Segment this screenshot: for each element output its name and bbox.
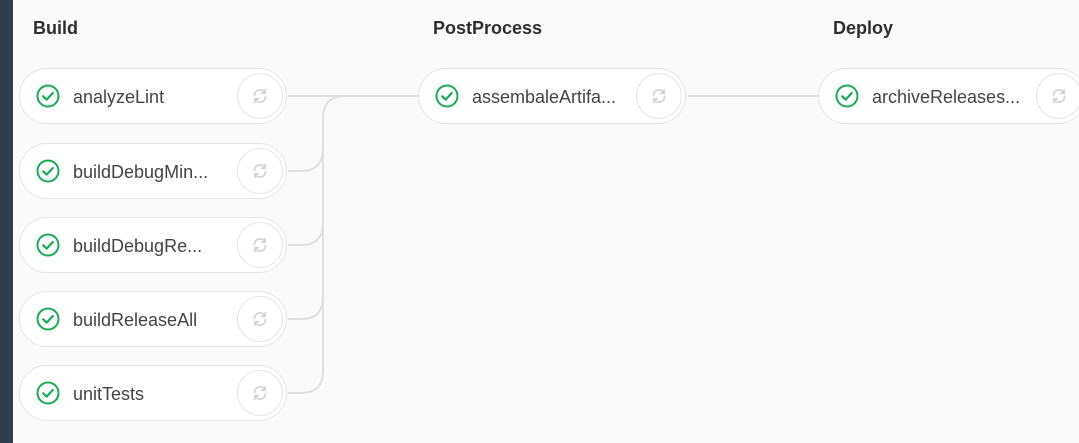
retry-icon xyxy=(253,311,267,327)
retry-button[interactable] xyxy=(237,73,283,119)
check-circle-icon xyxy=(36,84,60,108)
job-unit-tests[interactable]: unitTests xyxy=(19,365,287,421)
check-circle-icon xyxy=(36,381,60,405)
job-name: buildDebugMin... xyxy=(73,162,209,182)
retry-button[interactable] xyxy=(237,370,283,416)
stage-title-build: Build xyxy=(33,18,78,38)
stage-title-deploy: Deploy xyxy=(833,18,894,38)
job-name: analyzeLint xyxy=(73,87,165,107)
job-name: archiveReleases... xyxy=(872,87,1021,107)
check-circle-icon xyxy=(36,159,60,183)
retry-icon xyxy=(253,88,267,104)
job-archive-releases[interactable]: archiveReleases... xyxy=(818,68,1079,124)
retry-button[interactable] xyxy=(1036,73,1079,119)
retry-button[interactable] xyxy=(237,222,283,268)
retry-icon xyxy=(253,163,267,179)
stage-title-postprocess: PostProcess xyxy=(433,18,543,38)
job-name: buildReleaseAll xyxy=(73,310,198,330)
check-circle-icon xyxy=(435,84,459,108)
job-name: assembaleArtifa... xyxy=(472,87,617,107)
retry-icon xyxy=(253,385,267,401)
retry-button[interactable] xyxy=(237,148,283,194)
retry-icon xyxy=(652,88,666,104)
retry-icon xyxy=(1052,88,1066,104)
check-circle-icon xyxy=(36,233,60,257)
retry-button[interactable] xyxy=(636,73,682,119)
pipeline-graph: Build PostProcess Deploy analyzeLint bui… xyxy=(13,0,1079,443)
job-build-release-all[interactable]: buildReleaseAll xyxy=(19,291,287,347)
job-name: unitTests xyxy=(73,384,145,404)
retry-icon xyxy=(253,237,267,253)
job-build-debug-re[interactable]: buildDebugRe... xyxy=(19,217,287,273)
job-analyze-lint[interactable]: analyzeLint xyxy=(19,68,287,124)
job-name: buildDebugRe... xyxy=(73,236,203,256)
job-build-debug-min[interactable]: buildDebugMin... xyxy=(19,143,287,199)
check-circle-icon xyxy=(36,307,60,331)
retry-button[interactable] xyxy=(237,296,283,342)
check-circle-icon xyxy=(835,84,859,108)
job-assembale-artifacts[interactable]: assembaleArtifa... xyxy=(418,68,686,124)
